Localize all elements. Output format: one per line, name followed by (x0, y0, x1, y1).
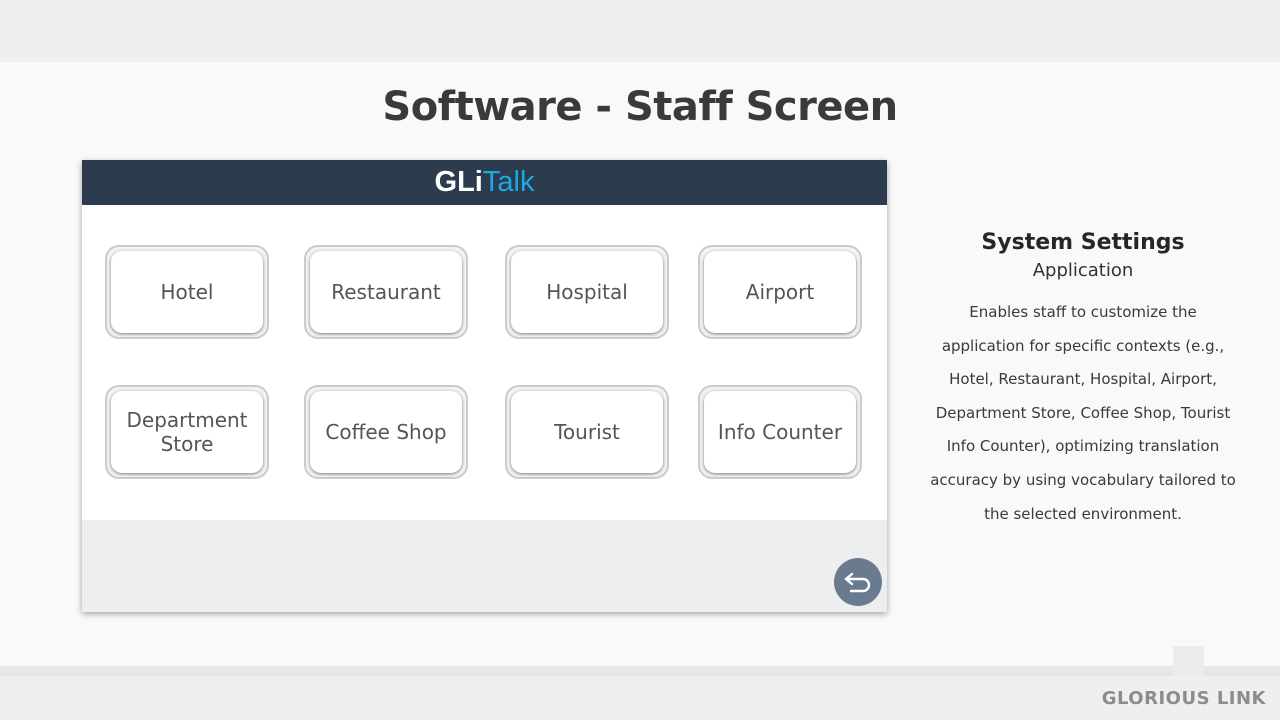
app-header: GLiTalk (82, 160, 887, 205)
hospital-button[interactable]: Hospital (505, 245, 669, 339)
restaurant-button[interactable]: Restaurant (304, 245, 468, 339)
brand-name-part2: Talk (482, 166, 535, 198)
button-label: Hospital (511, 251, 663, 333)
info-counter-button[interactable]: Info Counter (698, 385, 862, 479)
description-title: System Settings (981, 230, 1185, 255)
button-label: Info Counter (704, 391, 856, 473)
coffee-shop-button[interactable]: Coffee Shop (304, 385, 468, 479)
description-body: Enables staff to customize the applicati… (930, 303, 1236, 523)
hotel-button[interactable]: Hotel (105, 245, 269, 339)
description-panel: System Settings Application Enables staf… (930, 228, 1236, 531)
button-label: Restaurant (310, 251, 462, 333)
slide-title: Software - Staff Screen (382, 84, 898, 130)
device-screen: GLiTalk Hotel Restaurant Hospital Airpor… (82, 160, 887, 612)
top-band (0, 0, 1280, 62)
back-button[interactable] (834, 558, 882, 606)
description-subtitle: Application (1032, 260, 1134, 281)
airport-button[interactable]: Airport (698, 245, 862, 339)
app-footer (82, 520, 887, 612)
company-logo: GLORIOUS LINK (1101, 688, 1266, 709)
button-label: Coffee Shop (310, 391, 462, 473)
button-label: Tourist (511, 391, 663, 473)
bottom-divider (0, 666, 1280, 676)
context-grid: Hotel Restaurant Hospital Airport Depart… (82, 205, 887, 520)
button-label: Hotel (111, 251, 263, 333)
department-store-button[interactable]: Department Store (105, 385, 269, 479)
return-arrow-icon (844, 572, 871, 593)
tourist-button[interactable]: Tourist (505, 385, 669, 479)
brand-name-part1: GLi (434, 166, 483, 198)
button-label: Department Store (111, 391, 263, 473)
bottom-band (0, 676, 1280, 720)
corner-tab (1173, 646, 1204, 676)
button-label: Airport (704, 251, 856, 333)
